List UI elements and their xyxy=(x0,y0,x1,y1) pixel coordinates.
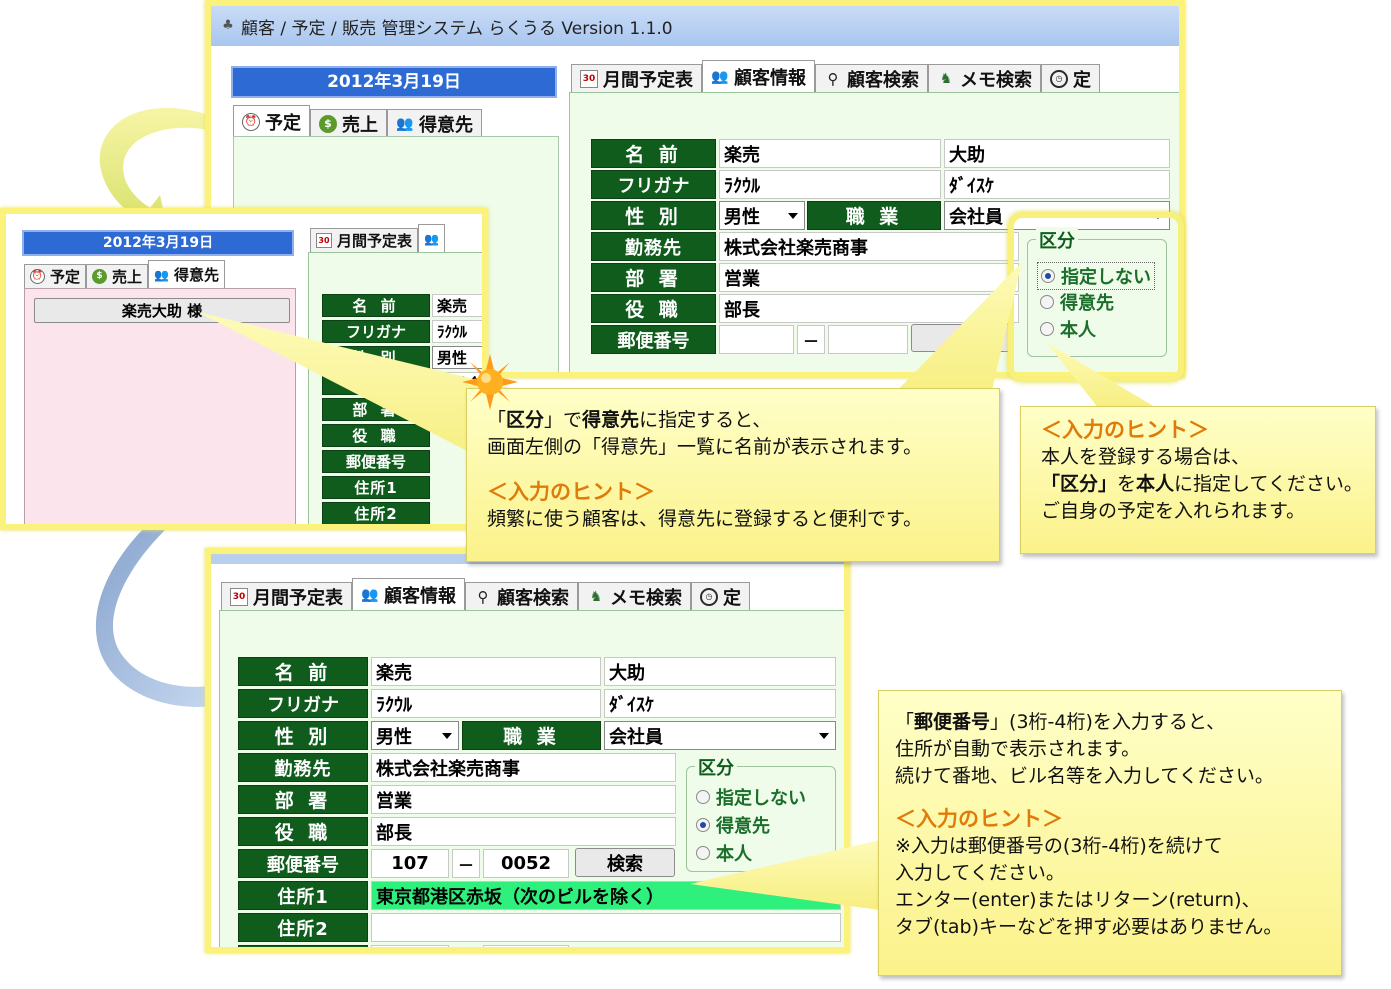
callout-line: 「区分」を本人に指定してください。 xyxy=(1041,471,1375,498)
callout-line: ※入力は郵便番号の(3桁-4桁)を続けて xyxy=(895,835,1223,857)
pointer-to-kubun-radio xyxy=(890,262,1022,398)
callout-line: 頻繁に使う顧客は、得意先に登録すると便利です。 xyxy=(487,508,923,530)
text-bold: 得意先 xyxy=(582,409,640,431)
pointer-to-address1 xyxy=(690,840,880,910)
pointer-to-honnin xyxy=(1046,342,1160,410)
callout-tokuisaki: 「区分」で得意先に指定すると、 画面左側の「得意先」一覧に名前が表示されます。 … xyxy=(466,388,1000,562)
text: に指定してください。 xyxy=(1174,473,1363,495)
hint-heading: ＜入力のヒント＞ xyxy=(895,807,1063,831)
text-bold: 本人 xyxy=(1136,473,1175,495)
callout-line: ご自身の予定を入れられます。 xyxy=(1041,500,1306,522)
hint-heading: ＜入力のヒント＞ xyxy=(1041,418,1209,442)
text-bold: 「区分」 xyxy=(1041,473,1118,495)
callout-line: 住所が自動で表示されます。 xyxy=(895,738,1141,760)
callout-postal: 「郵便番号」(3桁-4桁)を入力すると、 住所が自動で表示されます。 続けて番地… xyxy=(878,690,1342,976)
callout-line: 画面左側の「得意先」一覧に名前が表示されます。 xyxy=(487,436,923,458)
text-bold: 郵便番号 xyxy=(914,711,991,733)
text: に指定すると、 xyxy=(639,409,772,431)
callout-line: 「郵便番号」(3桁-4桁)を入力すると、 xyxy=(895,709,1341,736)
callout-line: タブ(tab)キーなどを押す必要はありません。 xyxy=(895,916,1283,938)
text: 「 xyxy=(487,409,507,431)
text: 「 xyxy=(895,711,915,733)
callout-line: エンター(enter)またはリターン(return)、 xyxy=(895,889,1261,911)
hint-heading: ＜入力のヒント＞ xyxy=(487,480,655,504)
callout-line: 続けて番地、ビル名等を入力してください。 xyxy=(895,765,1274,787)
callout-line: 本人を登録する場合は、 xyxy=(1041,446,1251,468)
callout-line: 「区分」で得意先に指定すると、 xyxy=(487,407,999,434)
callout-honnin: ＜入力のヒント＞ 本人を登録する場合は、 「区分」を本人に指定してください。 ご… xyxy=(1020,406,1376,554)
sun-icon xyxy=(462,354,518,410)
text: を xyxy=(1117,473,1137,495)
text: 」で xyxy=(544,409,583,431)
callout-line: 入力してください。 xyxy=(895,862,1065,884)
text-bold: 区分 xyxy=(506,409,545,431)
text: 」(3桁-4桁)を入力すると、 xyxy=(990,711,1226,733)
